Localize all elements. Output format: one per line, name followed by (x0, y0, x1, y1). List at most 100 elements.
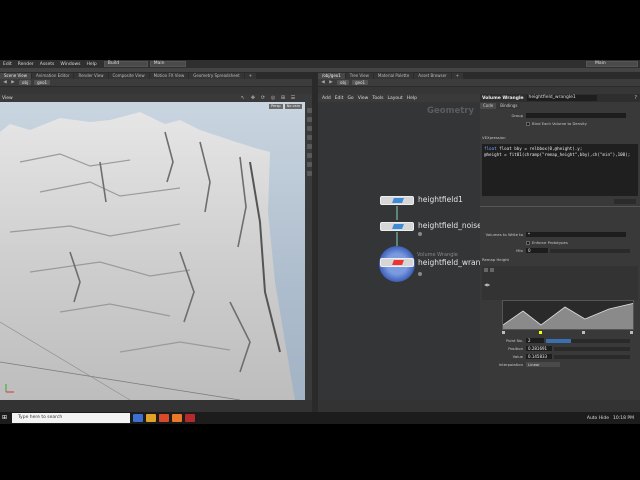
net-menu-tools[interactable]: Tools (372, 96, 383, 101)
node-label: heightfield1 (418, 195, 463, 204)
tab-bindings[interactable]: Bindings (497, 103, 521, 109)
path-chip-obj[interactable]: obj (19, 80, 32, 85)
net-menu-add[interactable]: Add (322, 96, 331, 101)
menu-help[interactable]: Help (84, 62, 100, 67)
taskbar-search-box[interactable]: Type here to search (12, 413, 130, 423)
help-icon[interactable]: ? (634, 95, 637, 101)
menu-windows[interactable]: Windows (57, 62, 83, 67)
ramp-key-2[interactable] (539, 331, 542, 334)
pose-tool-icon[interactable]: ⟳ (260, 95, 266, 101)
value-slider[interactable] (554, 354, 630, 359)
min-slider[interactable] (550, 248, 630, 253)
value-field[interactable]: 0.145833 (526, 354, 552, 359)
position-field[interactable]: 0.281691 (526, 346, 552, 351)
ramp-editor[interactable] (502, 300, 634, 330)
system-tray: Auto Hide 10:18 PM (587, 416, 634, 421)
code-footer-row (480, 198, 640, 205)
right-path-chip-obj[interactable]: obj (337, 80, 350, 85)
value-label: Value (512, 354, 523, 359)
point-no-slider[interactable] (546, 338, 630, 343)
main-right-selector[interactable]: Main (586, 61, 638, 67)
network-menubar: Add Edit Go View Tools Layout Help (318, 94, 478, 102)
node-flag-icon (418, 232, 422, 236)
bind-density-checkbox[interactable] (526, 121, 530, 126)
recorder-icon[interactable] (185, 414, 195, 422)
net-menu-edit[interactable]: Edit (335, 96, 344, 101)
ramp-key-1[interactable] (502, 331, 505, 334)
value-row: Value 0.145833 (480, 353, 640, 360)
auto-hide-label[interactable]: Auto Hide (587, 416, 609, 421)
persp-menu[interactable]: Persp (269, 104, 283, 109)
ramp-area: ◀▶ (482, 266, 638, 300)
task-view-icon[interactable] (133, 414, 143, 422)
right-path-chip-geo1[interactable]: geo1 (352, 80, 369, 85)
net-menu-help[interactable]: Help (407, 96, 417, 101)
toolbar-btn-5[interactable] (306, 144, 312, 149)
net-menu-view[interactable]: View (358, 96, 369, 101)
desktop-selector[interactable]: Build (103, 61, 148, 67)
enforce-checkbox[interactable] (526, 240, 530, 245)
ramp-header-row: Remap Height (480, 256, 640, 263)
toolbar-btn-8[interactable] (306, 171, 312, 176)
interpolation-dropdown[interactable]: Linear (526, 362, 560, 367)
viewport-label: View (2, 95, 13, 101)
houdini-taskbar-icon[interactable] (172, 414, 182, 422)
menu-edit[interactable]: Edit (0, 62, 15, 67)
toolbar-btn-6[interactable] (306, 153, 312, 158)
volumes-label: Volumes to Write to (485, 232, 523, 237)
left-path-bar: ◀ ▶ obj geo1 (0, 79, 312, 87)
scene-viewport[interactable]: Persp No cam (0, 102, 305, 400)
left-pane-tabs: Scene View Animation Editor Render View … (0, 72, 312, 79)
param-node-name-field[interactable]: heightfield_wrangle1 (526, 95, 597, 101)
node-tile[interactable] (380, 196, 414, 205)
toolbar-btn-7[interactable] (306, 162, 312, 167)
vex-header-row: VEXpression (480, 134, 640, 141)
main-selector[interactable]: Main (149, 61, 186, 67)
right-forward-arrow-icon[interactable]: ▶ (328, 80, 334, 85)
ramp-expand-icon[interactable]: ◀▶ (484, 282, 490, 287)
clock[interactable]: 10:18 PM (613, 416, 634, 421)
forward-arrow-icon[interactable]: ▶ (10, 80, 16, 85)
group-field[interactable] (526, 113, 626, 118)
toolbar-btn-2[interactable] (306, 117, 312, 122)
display-options-icon[interactable]: ☰ (290, 95, 296, 101)
select-tool-icon[interactable]: ↖ (240, 95, 246, 101)
toolbar-btn-4[interactable] (306, 135, 312, 140)
right-path-bar: ◀ ▶ obj geo1 (318, 79, 640, 87)
menu-assets[interactable]: Assets (37, 62, 58, 67)
node-tile[interactable] (380, 258, 414, 267)
handle-tool-icon[interactable]: ✥ (250, 95, 256, 101)
network-editor[interactable]: Geometry heightfield1 heightfield_noise1… (318, 102, 480, 412)
ramp-key-4[interactable] (630, 331, 633, 334)
position-row: Position 0.281691 (480, 345, 640, 352)
min-field[interactable]: 0 (526, 248, 548, 253)
bind-density-row: Bind Each Volume to Density (480, 120, 640, 127)
net-menu-go[interactable]: Go (347, 96, 353, 101)
file-explorer-icon[interactable] (146, 414, 156, 422)
menu-render[interactable]: Render (15, 62, 37, 67)
view-tool-icon[interactable]: ◎ (270, 95, 276, 101)
toolbar-btn-3[interactable] (306, 126, 312, 131)
position-label: Position (508, 346, 523, 351)
ramp-key-3[interactable] (582, 331, 585, 334)
ramp-add-icon[interactable] (484, 268, 488, 272)
path-chip-geo1[interactable]: geo1 (34, 80, 51, 85)
vex-code-editor[interactable]: float float bby = relbbox(0,@height).y; @… (482, 144, 638, 196)
toolbar-btn-1[interactable] (306, 108, 312, 113)
back-arrow-icon[interactable]: ◀ (2, 80, 8, 85)
snap-icon[interactable]: ⊞ (280, 95, 286, 101)
ramp-remove-icon[interactable] (490, 268, 494, 272)
net-menu-layout[interactable]: Layout (387, 96, 402, 101)
right-back-arrow-icon[interactable]: ◀ (320, 80, 326, 85)
node-tile[interactable] (380, 222, 414, 231)
windows-taskbar: ⊞ Type here to search Auto Hide 10:18 PM (0, 412, 640, 424)
tab-code[interactable]: Code (480, 103, 497, 109)
point-no-field[interactable]: 2 (526, 338, 544, 343)
ramp-label: Remap Height (482, 257, 509, 262)
volumes-field[interactable]: * (526, 232, 626, 237)
camera-menu[interactable]: No cam (284, 104, 302, 109)
position-slider[interactable] (554, 346, 630, 351)
browser-icon[interactable] (159, 414, 169, 422)
windows-start-icon[interactable]: ⊞ (2, 414, 10, 422)
separator (480, 206, 640, 207)
